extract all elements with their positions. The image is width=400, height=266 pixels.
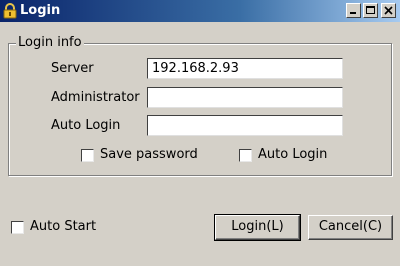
close-button[interactable] [381,3,396,18]
maximize-button[interactable] [363,3,378,18]
lock-icon [3,3,17,19]
auto-start-checkbox[interactable] [11,221,24,234]
auto-login-checkbox-label: Auto Login [258,147,328,162]
server-label: Server [51,61,94,76]
minimize-icon [350,12,356,14]
auto-login-input[interactable] [147,115,343,136]
save-password-checkbox[interactable] [81,149,94,162]
cancel-button[interactable]: Cancel(C) [308,215,393,240]
auto-login-checkbox[interactable] [239,149,252,162]
minimize-button[interactable] [346,3,361,18]
login-info-legend: Login info [16,35,84,51]
save-password-label: Save password [100,147,198,162]
auto-login-field-label: Auto Login [51,118,121,133]
close-icon [384,6,393,15]
auto-start-label: Auto Start [30,219,97,234]
server-input[interactable]: 192.168.2.93 [147,58,343,79]
title-bar[interactable]: Login [0,0,400,22]
administrator-label: Administrator [51,90,140,105]
login-button[interactable]: Login(L) [214,214,301,241]
administrator-input[interactable] [147,87,343,108]
window-title: Login [20,3,61,18]
maximize-icon [366,6,375,14]
